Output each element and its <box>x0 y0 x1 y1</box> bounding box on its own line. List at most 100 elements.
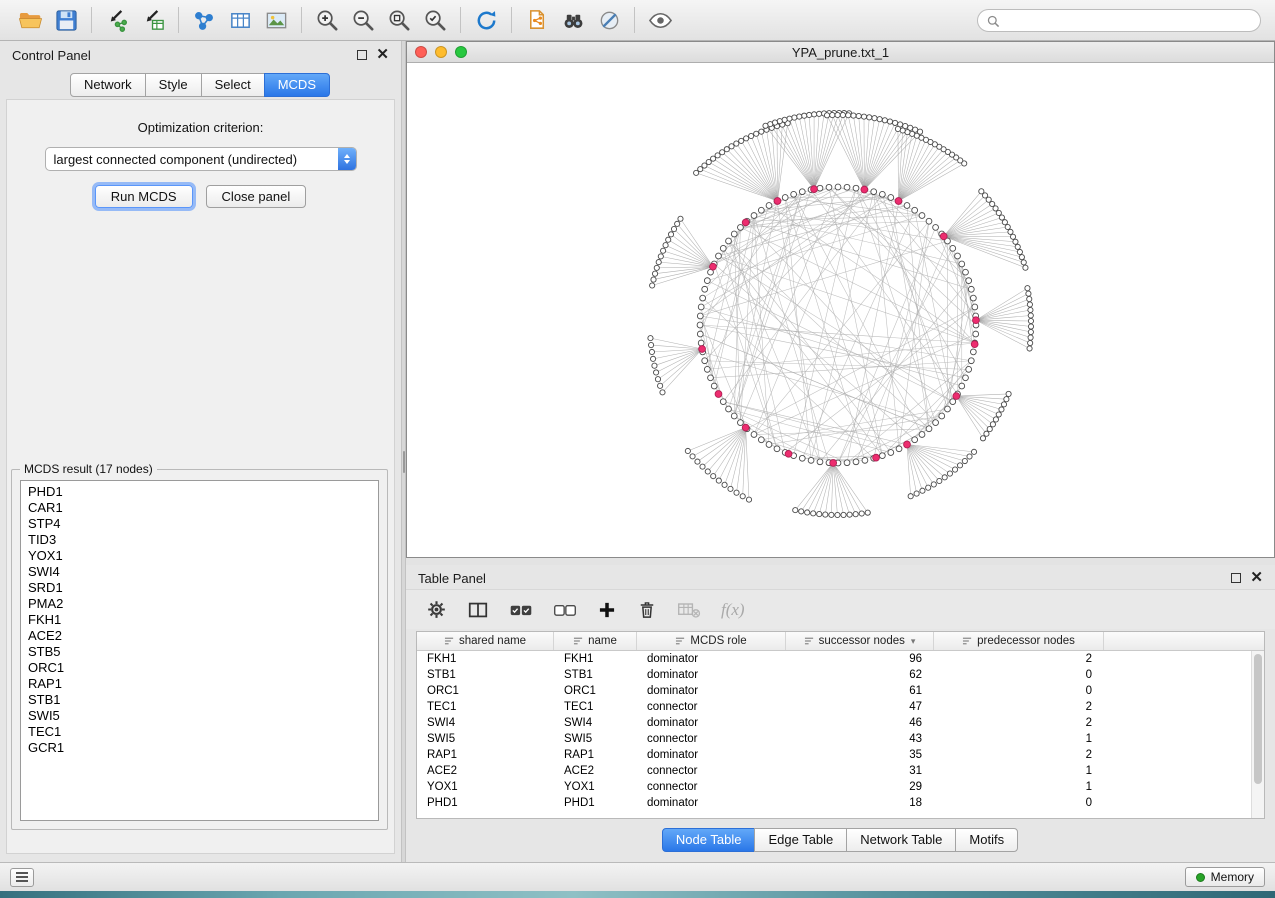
network-node[interactable] <box>959 261 965 267</box>
network-node[interactable] <box>887 119 892 124</box>
dominator-node[interactable] <box>953 393 960 400</box>
network-node[interactable] <box>1023 265 1028 270</box>
mcds-result-item[interactable]: FKH1 <box>21 612 378 628</box>
dominator-node[interactable] <box>710 263 717 270</box>
dominator-node[interactable] <box>830 460 837 467</box>
network-node[interactable] <box>811 511 816 516</box>
network-node[interactable] <box>1005 224 1010 229</box>
status-menu-button[interactable] <box>10 868 34 887</box>
export-image-button[interactable] <box>258 4 294 36</box>
network-node[interactable] <box>792 115 797 120</box>
search-input[interactable] <box>1000 14 1240 28</box>
table-settings-button[interactable] <box>426 599 447 620</box>
network-node[interactable] <box>972 304 978 310</box>
network-node[interactable] <box>708 375 714 381</box>
network-node[interactable] <box>1019 255 1024 260</box>
network-node[interactable] <box>844 184 850 190</box>
tab-select[interactable]: Select <box>201 73 265 97</box>
criterion-select[interactable]: largest connected component (undirected) <box>45 147 357 171</box>
network-node[interactable] <box>829 512 834 517</box>
network-node[interactable] <box>853 512 858 517</box>
network-node[interactable] <box>738 420 744 426</box>
table-row[interactable]: SWI4SWI4dominator462 <box>417 715 1264 731</box>
network-node[interactable] <box>955 253 961 259</box>
mcds-result-item[interactable]: YOX1 <box>21 548 378 564</box>
mcds-result-item[interactable]: STP4 <box>21 516 378 532</box>
network-node[interactable] <box>826 184 832 190</box>
network-node[interactable] <box>888 195 894 201</box>
network-node[interactable] <box>937 478 942 483</box>
network-node[interactable] <box>824 113 829 118</box>
network-node[interactable] <box>698 304 704 310</box>
network-node[interactable] <box>904 203 910 209</box>
network-node[interactable] <box>807 112 812 117</box>
import-network-button[interactable] <box>99 4 135 36</box>
network-node[interactable] <box>895 126 900 131</box>
import-table-button[interactable] <box>135 4 171 36</box>
network-node[interactable] <box>1028 307 1033 312</box>
network-node[interactable] <box>1026 291 1031 296</box>
network-node[interactable] <box>658 383 663 388</box>
network-node[interactable] <box>726 406 732 412</box>
network-node[interactable] <box>697 313 703 319</box>
network-node[interactable] <box>744 136 749 141</box>
network-node[interactable] <box>847 512 852 517</box>
network-node[interactable] <box>966 366 972 372</box>
save-session-button[interactable] <box>48 4 84 36</box>
network-node[interactable] <box>896 446 902 452</box>
mcds-result-item[interactable]: STB1 <box>21 692 378 708</box>
network-node[interactable] <box>999 215 1004 220</box>
network-node[interactable] <box>722 482 727 487</box>
network-node[interactable] <box>823 512 828 517</box>
network-node[interactable] <box>763 123 768 128</box>
network-node[interactable] <box>654 265 659 270</box>
network-node[interactable] <box>1028 340 1033 345</box>
network-node[interactable] <box>1013 239 1018 244</box>
network-node[interactable] <box>740 494 745 499</box>
tab-node-table[interactable]: Node Table <box>662 828 756 852</box>
tab-network[interactable]: Network <box>70 73 146 97</box>
network-node[interactable] <box>817 459 823 465</box>
network-node[interactable] <box>1021 260 1026 265</box>
dominator-node[interactable] <box>873 454 880 461</box>
network-node[interactable] <box>694 170 699 175</box>
network-node[interactable] <box>702 286 708 292</box>
network-node[interactable] <box>971 449 976 454</box>
refresh-view-button[interactable] <box>468 4 504 36</box>
network-node[interactable] <box>851 113 856 118</box>
network-node[interactable] <box>999 407 1004 412</box>
table-scrollbar[interactable] <box>1251 651 1264 818</box>
network-node[interactable] <box>751 432 757 438</box>
network-node[interactable] <box>650 356 655 361</box>
network-node[interactable] <box>711 383 717 389</box>
network-node[interactable] <box>872 116 877 121</box>
dominator-node[interactable] <box>895 198 902 205</box>
tab-motifs[interactable]: Motifs <box>955 828 1018 852</box>
mcds-result-item[interactable]: STB5 <box>21 644 378 660</box>
horizontal-divider[interactable] <box>406 558 1275 565</box>
find-button[interactable] <box>555 4 591 36</box>
network-node[interactable] <box>912 207 918 213</box>
tab-network-table[interactable]: Network Table <box>846 828 956 852</box>
network-node[interactable] <box>816 111 821 116</box>
network-node[interactable] <box>830 112 835 117</box>
network-node[interactable] <box>766 203 772 209</box>
network-node[interactable] <box>879 453 885 459</box>
network-node[interactable] <box>1027 302 1032 307</box>
network-node[interactable] <box>734 490 739 495</box>
network-node[interactable] <box>759 129 764 134</box>
network-node[interactable] <box>720 399 726 405</box>
tab-mcds[interactable]: MCDS <box>264 73 330 97</box>
table-row[interactable]: ACE2ACE2connector311 <box>417 763 1264 779</box>
column-header-shared-name[interactable]: shared name <box>417 632 554 650</box>
network-node[interactable] <box>877 117 882 122</box>
network-node[interactable] <box>695 459 700 464</box>
dominator-node[interactable] <box>811 186 818 193</box>
network-node[interactable] <box>952 467 957 472</box>
mcds-result-item[interactable]: SWI4 <box>21 564 378 580</box>
network-node[interactable] <box>914 491 919 496</box>
network-node[interactable] <box>700 464 705 469</box>
network-node[interactable] <box>690 454 695 459</box>
dominator-node[interactable] <box>742 219 749 226</box>
network-node[interactable] <box>862 457 868 463</box>
